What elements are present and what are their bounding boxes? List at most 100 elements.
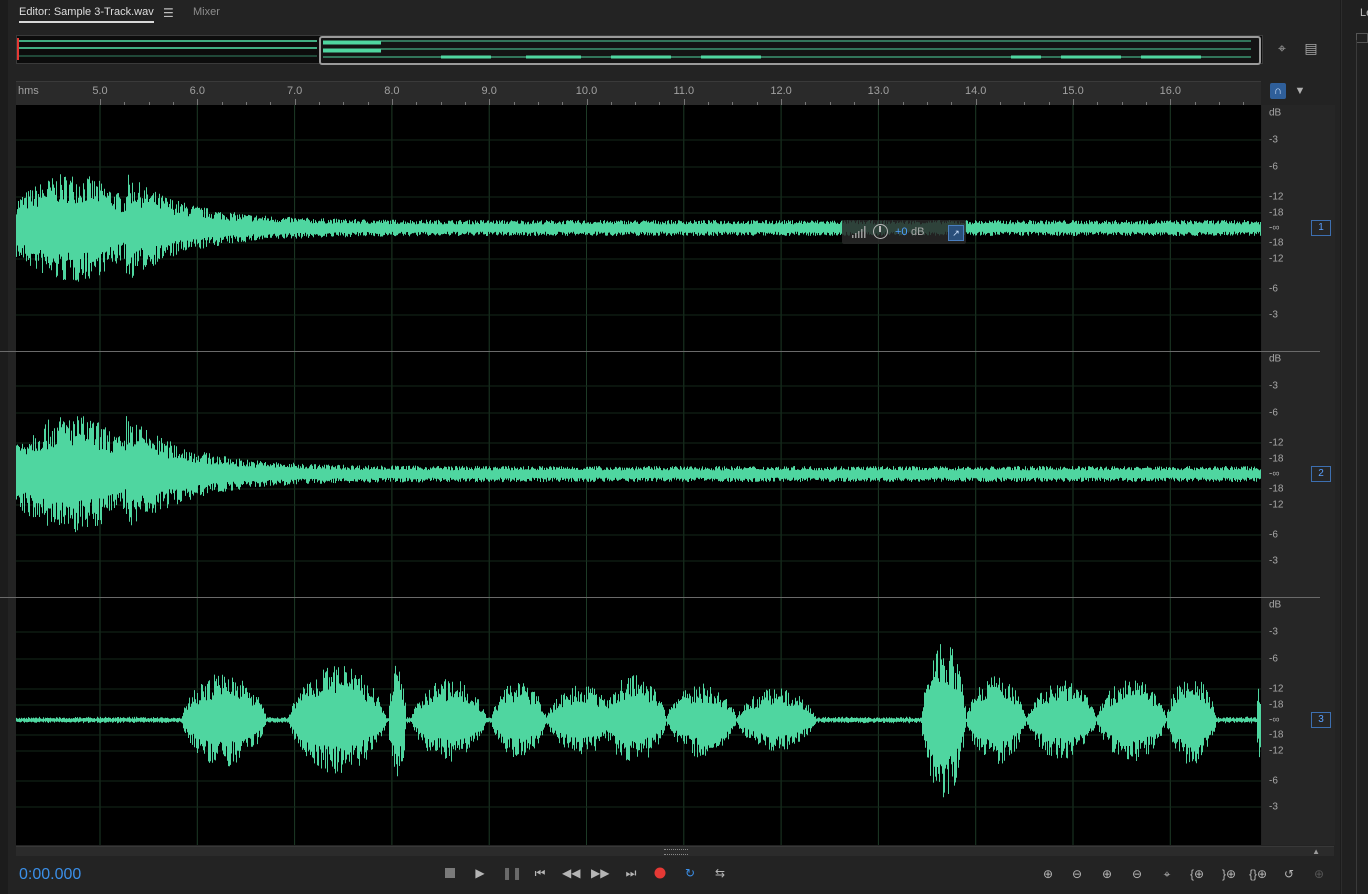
rewind-button[interactable]: ◀◀ bbox=[562, 865, 580, 881]
db-scale-label: -∞ bbox=[1269, 468, 1280, 480]
db-scale-label: -6 bbox=[1269, 653, 1278, 665]
overview-range-waveform bbox=[323, 40, 1251, 59]
db-scale-label: -6 bbox=[1269, 407, 1278, 419]
db-scale-label: -18 bbox=[1269, 483, 1284, 495]
db-scale-label: -∞ bbox=[1269, 222, 1280, 234]
snap-magnet-icon[interactable]: ∩ bbox=[1270, 83, 1286, 99]
db-scale-label: -12 bbox=[1269, 253, 1284, 265]
db-scale-label: -∞ bbox=[1269, 714, 1280, 726]
zoom-out-time-icon[interactable]: ⊖ bbox=[1127, 866, 1147, 882]
channel-separator bbox=[0, 597, 1320, 598]
zoom-out-amplitude-icon[interactable]: ⊖ bbox=[1067, 866, 1087, 882]
db-scale-column: dB -3 -6 -12 -18 -∞ -18 -12 -6 -3 1 dB -3 -6 -12 -18 -∞ -… bbox=[0, 105, 1335, 845]
channel-separator bbox=[0, 351, 1320, 352]
amplitude-knob[interactable] bbox=[873, 224, 888, 239]
side-panel-divider bbox=[1356, 40, 1357, 894]
zoom-in-at-start-icon[interactable]: {⊕ bbox=[1187, 866, 1207, 882]
pin-hud-icon[interactable]: ↗ bbox=[948, 225, 964, 241]
zoom-reset-icon[interactable]: ⊕ bbox=[1309, 866, 1329, 882]
db-scale-label: -3 bbox=[1269, 309, 1278, 321]
db-scale-label: -6 bbox=[1269, 775, 1278, 787]
overview-visible-range[interactable] bbox=[319, 36, 1261, 65]
side-panel-strip: Le bbox=[1341, 0, 1368, 894]
scrollbar-grip[interactable] bbox=[664, 849, 688, 855]
horizontal-scrollbar[interactable]: ▲ bbox=[16, 846, 1334, 856]
db-scale-label: -18 bbox=[1269, 729, 1284, 741]
fast-forward-button[interactable]: ▶▶ bbox=[591, 865, 609, 881]
db-scale-label: -3 bbox=[1269, 134, 1278, 146]
side-panel-label: Le bbox=[1360, 7, 1368, 19]
record-button[interactable] bbox=[651, 865, 669, 881]
go-to-start-button[interactable]: ⏮ bbox=[531, 865, 549, 881]
level-meter-icon bbox=[852, 226, 866, 238]
zoom-selection-icon[interactable]: {}⊕ bbox=[1248, 866, 1268, 882]
channel-waveform bbox=[16, 416, 1261, 533]
tab-mixer[interactable]: Mixer bbox=[193, 6, 220, 18]
stop-button[interactable] bbox=[441, 865, 459, 881]
ruler-tick-label: 10.0 bbox=[575, 85, 598, 97]
channel-badge[interactable]: 1 bbox=[1311, 220, 1331, 236]
db-scale-label: -12 bbox=[1269, 191, 1284, 203]
db-scale-label: -6 bbox=[1269, 529, 1278, 541]
record-icon bbox=[654, 867, 666, 879]
channel-badge[interactable]: 2 bbox=[1311, 466, 1331, 482]
waveform-canvas bbox=[16, 105, 1261, 845]
db-scale-label: -3 bbox=[1269, 555, 1278, 567]
waveform-display[interactable] bbox=[16, 105, 1261, 845]
amplitude-unit: dB bbox=[911, 226, 925, 238]
tab-editor[interactable]: Editor: Sample 3-Track.wav bbox=[19, 6, 154, 23]
ruler-tick-label: 7.0 bbox=[286, 85, 303, 97]
db-scale-label: -6 bbox=[1269, 161, 1278, 173]
skip-selection-button[interactable]: ⇆ bbox=[711, 865, 729, 881]
ruler-tick-label: 11.0 bbox=[673, 85, 695, 97]
amplitude-value[interactable]: +0 bbox=[895, 226, 908, 238]
zoom-in-amplitude-icon[interactable]: ⊕ bbox=[1038, 866, 1058, 882]
go-to-end-button[interactable]: ⏭ bbox=[622, 865, 640, 881]
amplitude-hud[interactable]: +0 dB ↗ bbox=[842, 220, 966, 244]
panel-menu-icon[interactable]: ☰ bbox=[163, 6, 174, 20]
list-view-icon[interactable]: ▤ bbox=[1303, 40, 1319, 56]
ruler-tick-label: 8.0 bbox=[384, 85, 400, 97]
channel-waveform bbox=[16, 644, 1261, 798]
ruler-unit: hms bbox=[18, 85, 39, 97]
stop-icon bbox=[445, 868, 455, 878]
db-scale-label: -12 bbox=[1269, 683, 1284, 695]
current-time[interactable]: 0:00.000 bbox=[19, 866, 81, 884]
db-scale-label: -18 bbox=[1269, 699, 1284, 711]
zoom-in-time-icon[interactable]: ⊕ bbox=[1097, 866, 1117, 882]
channel-badge[interactable]: 3 bbox=[1311, 712, 1331, 728]
ruler-tick-label: 15.0 bbox=[1062, 85, 1084, 97]
db-scale-label: -3 bbox=[1269, 801, 1278, 813]
db-scale-label: -12 bbox=[1269, 437, 1284, 449]
zoom-to-playhead-icon[interactable]: ↺ bbox=[1279, 866, 1299, 882]
marker-pin-icon[interactable]: ▼ bbox=[1292, 83, 1308, 99]
db-scale-label: -18 bbox=[1269, 237, 1284, 249]
zoom-in-at-end-icon[interactable]: }⊕ bbox=[1219, 866, 1239, 882]
db-scale-label: -12 bbox=[1269, 499, 1284, 511]
zoom-out-full-icon[interactable]: ⌖ bbox=[1157, 866, 1177, 882]
ruler-tick-label: 12.0 bbox=[770, 85, 792, 97]
overview-strip[interactable] bbox=[16, 35, 1263, 65]
ruler-tick-label: 5.0 bbox=[92, 85, 108, 97]
db-scale-label: dB bbox=[1269, 107, 1282, 119]
loop-button[interactable]: ↻ bbox=[681, 865, 699, 881]
zoom-to-selection-icon[interactable]: ⌖ bbox=[1274, 40, 1290, 56]
time-ruler[interactable]: hms 5.0 6.0 7.0 8.0 9.0 10.0 11.0 12.0 13.0 14.0 1… bbox=[16, 81, 1261, 105]
db-scale-label: -18 bbox=[1269, 453, 1284, 465]
db-scale-label: -12 bbox=[1269, 745, 1284, 757]
ruler-tick-label: 9.0 bbox=[481, 85, 497, 97]
channel-waveform bbox=[16, 174, 1261, 282]
ruler-tick-label: 16.0 bbox=[1159, 85, 1182, 97]
db-scale-label: -3 bbox=[1269, 380, 1278, 392]
db-scale-label: -18 bbox=[1269, 207, 1284, 219]
ruler-tick-label: 14.0 bbox=[964, 85, 987, 97]
db-scale-label: -6 bbox=[1269, 283, 1278, 295]
db-scale-label: dB bbox=[1269, 353, 1282, 365]
ruler-tick-label: 13.0 bbox=[867, 85, 890, 97]
play-button[interactable]: ▶ bbox=[471, 865, 489, 881]
pause-button[interactable]: ❚❚ bbox=[502, 865, 522, 881]
side-panel-checkbox[interactable] bbox=[1356, 33, 1368, 43]
db-scale-label: -3 bbox=[1269, 626, 1278, 638]
scroll-up-icon[interactable]: ▲ bbox=[1312, 847, 1320, 856]
ruler-tick-label: 6.0 bbox=[189, 85, 205, 97]
